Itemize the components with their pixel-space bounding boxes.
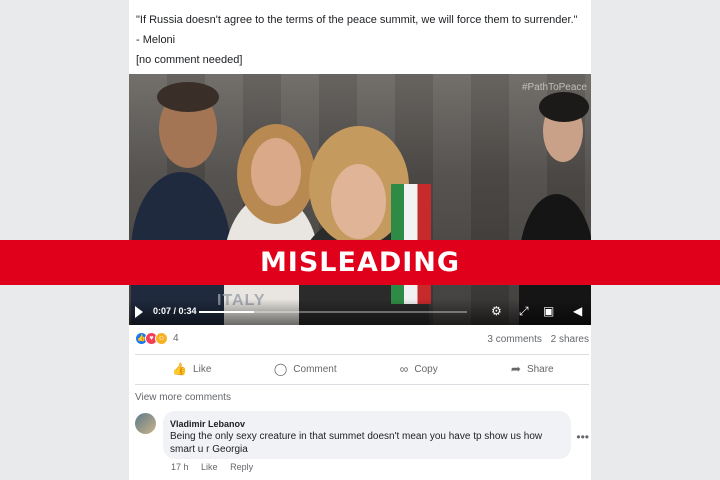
video-player[interactable]: #PathToPeace ITALY 0:07 / 0:34 ⚙ ⤢ ▣ ◀ (129, 74, 591, 325)
misleading-banner: MISLEADING (0, 240, 720, 285)
person-left-hair (157, 82, 219, 112)
like-button[interactable]: 👍 Like (135, 358, 249, 380)
play-icon[interactable] (135, 306, 143, 318)
video-controls: 0:07 / 0:34 ⚙ ⤢ ▣ ◀ (129, 299, 591, 325)
more-options-icon[interactable]: ••• (576, 430, 589, 444)
comment-like-link[interactable]: Like (201, 462, 218, 472)
settings-icon[interactable]: ⚙ (491, 304, 502, 318)
video-time: 0:07 / 0:34 (153, 306, 197, 316)
post-note: [no comment needed] (136, 54, 243, 66)
share-label: Share (526, 363, 554, 375)
comment-label: Comment (293, 363, 337, 375)
thumbs-up-icon: 👍 (172, 362, 188, 376)
post-text: "If Russia doesn't agree to the terms of… (136, 14, 578, 74)
shares-count-link[interactable]: 2 shares (551, 334, 589, 345)
copy-button[interactable]: ∞ Copy (362, 358, 476, 380)
video-progress-bar[interactable] (199, 311, 467, 313)
share-icon: ➦ (510, 362, 521, 376)
reaction-count: 4 (173, 333, 179, 344)
post-quote: "If Russia doesn't agree to the terms of… (136, 14, 578, 26)
comments-count-link[interactable]: 3 comments (487, 334, 541, 345)
post-attribution: - Meloni (136, 34, 176, 46)
comment-author[interactable]: Vladimir Lebanov (170, 419, 245, 429)
comment-button[interactable]: ◯ Comment (249, 358, 363, 380)
view-more-comments-link[interactable]: View more comments (135, 392, 231, 403)
comment-icon: ◯ (273, 362, 288, 376)
copy-label: Copy (414, 363, 438, 375)
person-center-left-head (251, 138, 301, 206)
comment-age: 17 h (171, 462, 189, 472)
misleading-label: MISLEADING (259, 247, 461, 278)
haha-icon: ☺ (155, 332, 168, 345)
divider-bottom (135, 384, 589, 385)
volume-icon[interactable]: ◀ (573, 304, 582, 318)
share-button[interactable]: ➦ Share (476, 358, 590, 380)
person-right-hair (539, 92, 589, 122)
comment-meta: 17 h Like Reply (171, 462, 263, 472)
avatar[interactable] (135, 413, 156, 434)
like-label: Like (193, 363, 212, 375)
reaction-summary[interactable]: 👍 ♥ ☺ 4 (135, 332, 179, 345)
video-progress-fill (199, 311, 255, 313)
post-actions: 👍 Like ◯ Comment ∞ Copy ➦ Share (135, 358, 589, 380)
comment-bubble: Vladimir Lebanov Being the only sexy cre… (163, 411, 571, 459)
comment-reply-link[interactable]: Reply (230, 462, 253, 472)
fullscreen-icon[interactable]: ⤢ (519, 304, 529, 319)
divider-top (135, 354, 589, 355)
person-speaker-head (331, 164, 386, 239)
video-hashtag: #PathToPeace (521, 82, 587, 93)
comment-text: Being the only sexy creature in that sum… (170, 431, 543, 455)
post-stats: 3 comments 2 shares (481, 334, 589, 345)
pip-icon[interactable]: ▣ (543, 304, 554, 318)
link-icon: ∞ (399, 362, 409, 376)
